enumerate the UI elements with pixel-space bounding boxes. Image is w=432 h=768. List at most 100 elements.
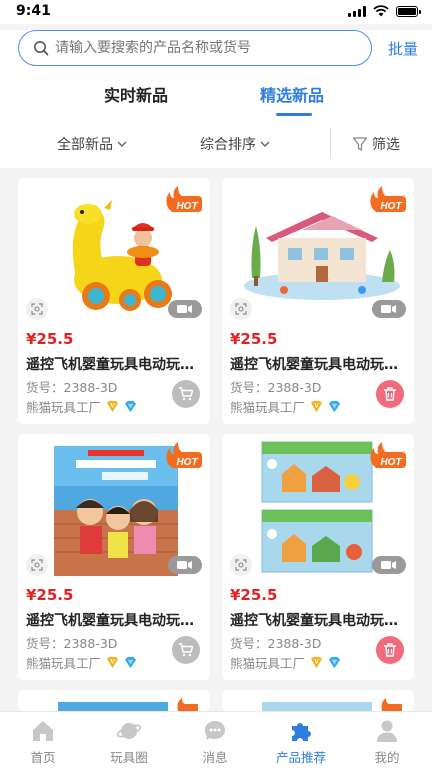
trash-icon (384, 387, 396, 401)
product-card-partial[interactable] (18, 690, 210, 711)
hot-badge: HOT (370, 186, 406, 212)
hot-badge: HOT (166, 186, 202, 212)
cart-icon (179, 387, 194, 401)
chevron-down-icon (260, 141, 270, 147)
tabbar-item-home[interactable]: 首页 (0, 718, 86, 766)
product-card-partial[interactable] (222, 690, 414, 711)
tabbar-label: 首页 (30, 750, 56, 765)
factory-name: 熊猫玩具工厂 (230, 656, 306, 671)
product-sku: 货号：2388-3D (230, 380, 322, 395)
product-title[interactable]: 遥控飞机婴童玩具电动玩具.. (26, 610, 204, 630)
tabbar-label: 消息 (202, 750, 228, 765)
add-to-cart-button[interactable] (172, 636, 200, 664)
status-icons (348, 5, 421, 17)
product-card[interactable]: HOT ¥25.5 遥控飞机婴童玩具电动玩具.. 货号：2388-3D 熊猫玩具… (222, 178, 414, 424)
vip-badge-icon: V (310, 656, 323, 669)
tabbar-label: 我的 (374, 750, 400, 765)
tabbar-item-mine[interactable]: 我的 (344, 718, 430, 766)
vip-badge-icon: V (106, 656, 119, 669)
svg-text:HOT: HOT (380, 201, 402, 212)
filter-button[interactable]: 筛选 (352, 134, 400, 154)
sort-dropdown[interactable]: 综合排序 (200, 134, 270, 154)
wifi-icon (373, 5, 389, 17)
product-card[interactable]: HOT ¥25.5 遥控飞机婴童玩具电动玩具.. 货号：2388-3D 熊猫玩具… (18, 434, 210, 680)
home-icon (33, 721, 53, 741)
video-icon[interactable] (372, 300, 406, 318)
bottom-tab-bar: 首页 玩具圈 消息 产品推荐 我的 (0, 711, 432, 768)
price: ¥25.5 (26, 586, 74, 604)
planet-icon (116, 723, 142, 739)
factory-name: 熊猫玩具工厂 (26, 656, 102, 671)
search-icon (34, 41, 49, 56)
add-to-cart-button[interactable] (172, 380, 200, 408)
puzzle-icon (292, 723, 311, 741)
product-sku: 货号：2388-3D (230, 636, 322, 651)
svg-text:V: V (314, 658, 319, 665)
factory-row: 熊猫玩具工厂 V (230, 653, 341, 672)
video-icon[interactable] (168, 556, 202, 574)
message-icon (205, 721, 225, 740)
tabbar-item-product-recommend[interactable]: 产品推荐 (258, 718, 344, 766)
factory-name: 熊猫玩具工厂 (230, 400, 306, 415)
video-icon[interactable] (372, 556, 406, 574)
product-card[interactable]: HOT ¥25.5 遥控飞机婴童玩具电动玩具.. 货号：2388-3D 熊猫玩具… (18, 178, 210, 424)
diamond-badge-icon (124, 400, 137, 413)
filter-label: 筛选 (372, 137, 400, 153)
svg-text:V: V (110, 658, 115, 665)
product-title[interactable]: 遥控飞机婴童玩具电动玩具.. (230, 610, 408, 630)
cart-icon (179, 643, 194, 657)
vip-badge-icon: V (310, 400, 323, 413)
battery-icon (396, 5, 421, 17)
tabbar-item-messages[interactable]: 消息 (172, 718, 258, 766)
price: ¥25.5 (26, 330, 74, 348)
factory-row: 熊猫玩具工厂 V (26, 397, 137, 416)
factory-row: 熊猫玩具工厂 V (26, 653, 137, 672)
scan-icon[interactable] (230, 554, 252, 576)
delete-button[interactable] (376, 380, 404, 408)
tabbar-label: 玩具圈 (110, 750, 148, 765)
chevron-down-icon (117, 141, 127, 147)
video-icon[interactable] (168, 300, 202, 318)
tab-realtime-new[interactable]: 实时新品 (104, 82, 168, 106)
scan-icon[interactable] (26, 298, 48, 320)
category-label: 全部新品 (57, 137, 113, 153)
price: ¥25.5 (230, 586, 278, 604)
scan-icon[interactable] (26, 554, 48, 576)
status-bar: 9:41 (0, 0, 432, 24)
hot-badge: HOT (166, 442, 202, 468)
scan-icon[interactable] (230, 298, 252, 320)
tab-featured-new[interactable]: 精选新品 (260, 82, 324, 106)
diamond-badge-icon (328, 656, 341, 669)
svg-text:V: V (314, 402, 319, 409)
divider (330, 128, 331, 158)
category-dropdown[interactable]: 全部新品 (57, 134, 127, 154)
hot-badge: HOT (370, 442, 406, 468)
product-title[interactable]: 遥控飞机婴童玩具电动玩具.. (26, 354, 204, 374)
tab-bar-top: 实时新品 精选新品 (0, 68, 432, 120)
product-card[interactable]: HOT ¥25.5 遥控飞机婴童玩具电动玩具.. 货号：2388-3D 熊猫玩具… (222, 434, 414, 680)
user-icon (377, 720, 397, 742)
svg-text:HOT: HOT (380, 457, 402, 468)
tabbar-label: 产品推荐 (275, 750, 326, 765)
diamond-badge-icon (124, 656, 137, 669)
signal-icon (348, 5, 366, 17)
filter-bar: 全部新品 综合排序 筛选 (0, 120, 432, 168)
vip-badge-icon: V (106, 400, 119, 413)
search-box[interactable] (18, 30, 372, 66)
sort-label: 综合排序 (200, 137, 256, 153)
delete-button[interactable] (376, 636, 404, 664)
diamond-badge-icon (328, 400, 341, 413)
product-image-partial (222, 690, 414, 711)
trash-icon (384, 643, 396, 657)
price: ¥25.5 (230, 330, 278, 348)
svg-text:HOT: HOT (176, 201, 198, 212)
tabbar-item-toy-circle[interactable]: 玩具圈 (86, 718, 172, 766)
product-sku: 货号：2388-3D (26, 380, 118, 395)
factory-name: 熊猫玩具工厂 (26, 400, 102, 415)
product-sku: 货号：2388-3D (26, 636, 118, 651)
batch-button[interactable]: 批量 (388, 38, 418, 59)
svg-text:V: V (110, 402, 115, 409)
status-time: 9:41 (16, 3, 51, 19)
product-title[interactable]: 遥控飞机婴童玩具电动玩具.. (230, 354, 408, 374)
search-input[interactable] (55, 40, 355, 56)
